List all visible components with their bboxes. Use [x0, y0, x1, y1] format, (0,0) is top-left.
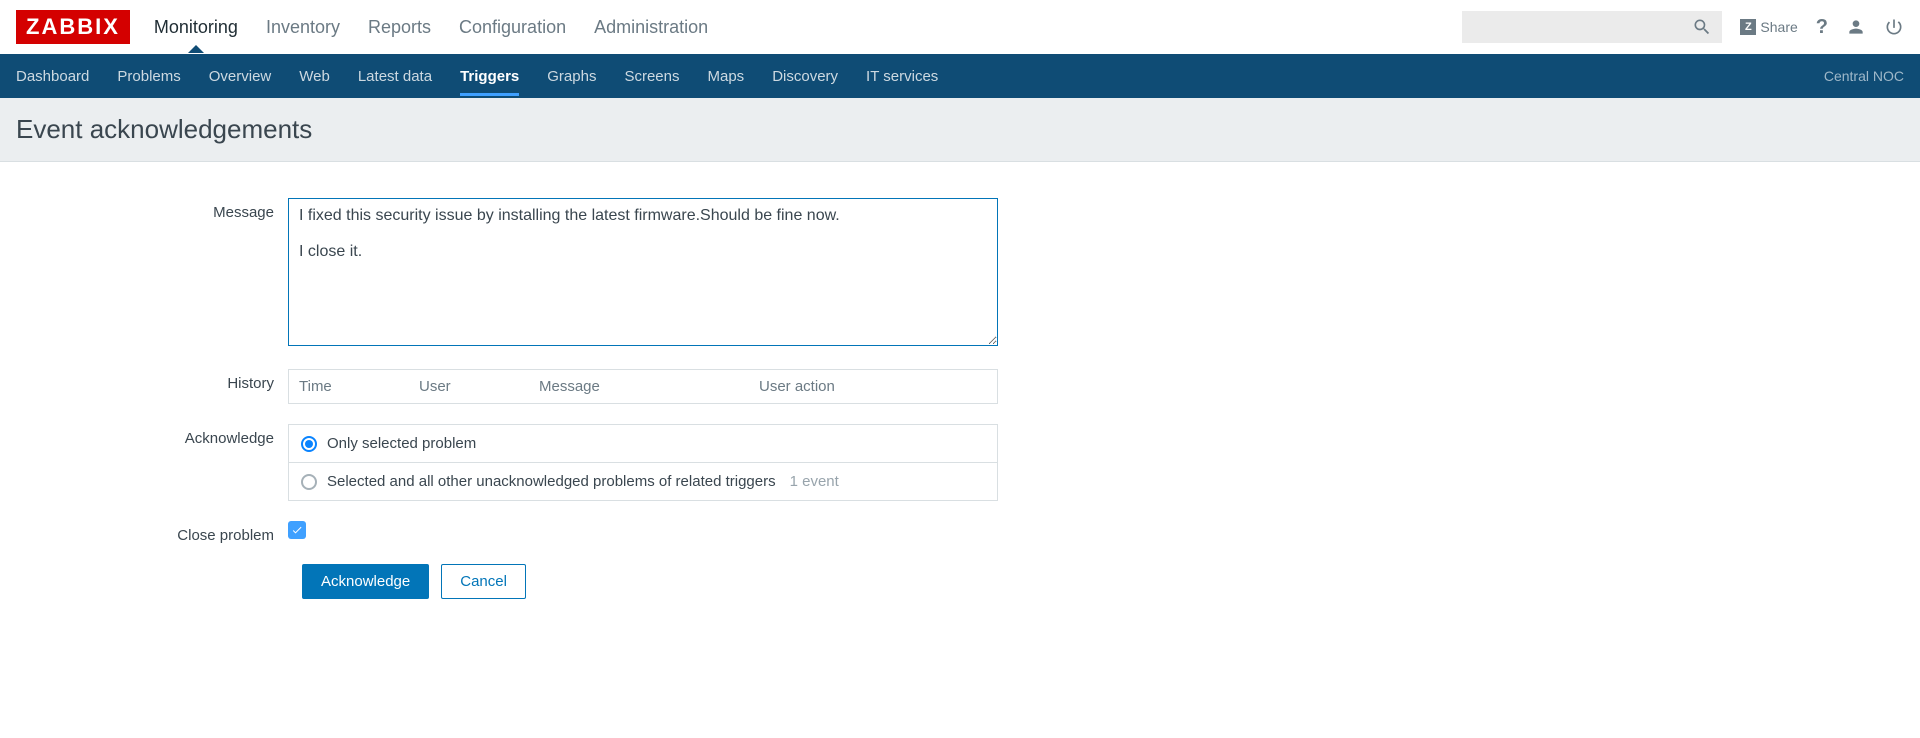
ack-option-hint: 1 event [790, 473, 839, 490]
form-actions: Acknowledge Cancel [302, 564, 1892, 599]
ack-option-all-related[interactable]: Selected and all other unacknowledged pr… [289, 462, 997, 500]
history-col-time: Time [299, 378, 419, 395]
topnav-inventory[interactable]: Inventory [266, 3, 340, 52]
user-icon[interactable] [1846, 17, 1866, 37]
help-icon[interactable]: ? [1816, 16, 1828, 39]
page-title: Event acknowledgements [16, 114, 1904, 145]
ack-option-label: Selected and all other unacknowledged pr… [327, 473, 776, 490]
topnav-configuration[interactable]: Configuration [459, 3, 566, 52]
close-problem-label: Close problem [28, 521, 288, 544]
message-label: Message [28, 198, 288, 221]
subnav-discovery[interactable]: Discovery [772, 57, 838, 96]
cancel-button[interactable]: Cancel [441, 564, 526, 599]
top-right: Z Share ? [1462, 11, 1904, 43]
logo[interactable]: ZABBIX [16, 10, 130, 44]
power-icon[interactable] [1884, 17, 1904, 37]
close-problem-checkbox[interactable] [288, 521, 306, 539]
share-button[interactable]: Z Share [1740, 19, 1797, 35]
acknowledge-radio-group: Only selected problem Selected and all o… [288, 424, 998, 501]
history-col-action: User action [759, 378, 987, 395]
subnav-overview[interactable]: Overview [209, 57, 272, 96]
topnav-administration[interactable]: Administration [594, 3, 708, 52]
subnav: Dashboard Problems Overview Web Latest d… [0, 54, 1920, 98]
subnav-right-label[interactable]: Central NOC [1824, 68, 1904, 84]
radio-icon [301, 474, 317, 490]
topbar: ZABBIX Monitoring Inventory Reports Conf… [0, 0, 1920, 54]
history-col-user: User [419, 378, 539, 395]
history-header: Time User Message User action [288, 369, 998, 404]
acknowledge-label: Acknowledge [28, 424, 288, 447]
subnav-latest-data[interactable]: Latest data [358, 57, 432, 96]
ack-option-selected-only[interactable]: Only selected problem [289, 425, 997, 462]
search-input[interactable] [1462, 11, 1722, 43]
check-icon [291, 524, 303, 536]
ack-option-label: Only selected problem [327, 435, 476, 452]
subnav-graphs[interactable]: Graphs [547, 57, 596, 96]
acknowledge-button[interactable]: Acknowledge [302, 564, 429, 599]
radio-icon [301, 436, 317, 452]
share-badge-icon: Z [1740, 19, 1756, 35]
topnav-reports[interactable]: Reports [368, 3, 431, 52]
subnav-web[interactable]: Web [299, 57, 330, 96]
page-header: Event acknowledgements [0, 98, 1920, 162]
subnav-triggers[interactable]: Triggers [460, 57, 519, 96]
search-icon [1692, 17, 1712, 37]
share-label: Share [1760, 19, 1797, 35]
history-col-message: Message [539, 378, 759, 395]
topnav-monitoring[interactable]: Monitoring [154, 3, 238, 52]
subnav-dashboard[interactable]: Dashboard [16, 57, 89, 96]
topnav: Monitoring Inventory Reports Configurati… [154, 3, 1463, 52]
subnav-screens[interactable]: Screens [624, 57, 679, 96]
subnav-it-services[interactable]: IT services [866, 57, 938, 96]
form-panel: Message History Time User Message User a… [12, 174, 1908, 623]
subnav-problems[interactable]: Problems [117, 57, 180, 96]
subnav-maps[interactable]: Maps [708, 57, 745, 96]
message-textarea[interactable] [288, 198, 998, 346]
history-label: History [28, 369, 288, 392]
